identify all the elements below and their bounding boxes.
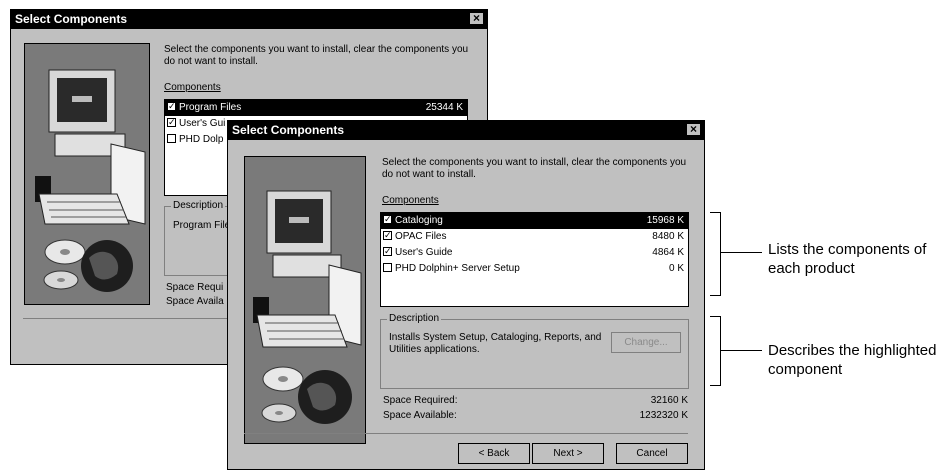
component-size: 25344 K: [425, 102, 463, 113]
back-description-text: Program File: [173, 220, 231, 231]
front-description-text: Installs System Setup, Cataloging, Repor…: [389, 332, 602, 355]
list-item[interactable]: ✓ OPAC Files 8480 K: [381, 229, 688, 245]
component-size: 4864 K: [652, 247, 684, 258]
component-label: Cataloging: [395, 215, 443, 226]
components-bracket: [710, 212, 721, 296]
checkbox[interactable]: ✓: [167, 117, 176, 127]
front-separator: [244, 433, 688, 434]
next-button[interactable]: Next >: [532, 443, 604, 464]
component-size: 8480 K: [652, 231, 684, 242]
close-icon[interactable]: ×: [469, 12, 484, 25]
front-space-required-value: 32160 K: [650, 395, 688, 406]
back-dialog-titlebar[interactable]: Select Components ×: [11, 10, 487, 29]
checkbox[interactable]: [167, 133, 176, 143]
checkbox[interactable]: ✓: [383, 230, 392, 240]
list-item[interactable]: ✓ User's Guide 4864 K: [381, 245, 688, 261]
front-instructions: Select the components you want to instal…: [382, 157, 687, 180]
computer-illustration: [24, 43, 150, 305]
front-dialog-title: Select Components: [232, 123, 345, 137]
component-size: 15968 K: [646, 215, 684, 226]
list-item[interactable]: ✓ Program Files 25344 K: [165, 100, 467, 116]
front-description-group: Description Installs System Setup, Catal…: [380, 313, 689, 389]
component-label: OPAC Files: [395, 231, 447, 242]
component-label: Program Files: [179, 102, 242, 113]
description-bracket: [710, 316, 721, 386]
cancel-button[interactable]: Cancel: [616, 443, 688, 464]
list-item[interactable]: PHD Dolphin+ Server Setup 0 K: [381, 261, 688, 277]
front-space-available-value: 1232320 K: [639, 410, 688, 421]
description-leader-line: [721, 350, 762, 351]
component-label: PHD Dolphin+ Server Setup: [395, 263, 520, 274]
back-components-label: Components: [164, 82, 221, 93]
checkbox[interactable]: [383, 262, 392, 272]
checkbox[interactable]: ✓: [383, 246, 392, 256]
back-button[interactable]: < Back: [458, 443, 530, 464]
component-label: PHD Dolp: [179, 134, 224, 145]
front-components-list[interactable]: ✓ Cataloging 15968 K ✓ OPAC Files 8480 K ✓ Us…: [380, 212, 689, 307]
checkbox[interactable]: ✓: [167, 101, 176, 111]
front-description-label: Description: [387, 313, 442, 324]
components-leader-line: [721, 252, 762, 253]
back-space-required-label: Space Requi: [166, 282, 224, 293]
front-components-label: Components: [382, 195, 439, 206]
back-instructions: Select the components you want to instal…: [164, 44, 469, 67]
components-annotation: Lists the components of each product: [768, 241, 927, 277]
computer-illustration-svg: [245, 157, 365, 443]
description-annotation: Describes the highlighted component: [768, 342, 937, 378]
list-item[interactable]: ✓ Cataloging 15968 K: [381, 213, 688, 229]
front-dialog: Select Components × Select the component…: [227, 120, 705, 470]
checkbox[interactable]: ✓: [383, 214, 392, 224]
component-label: User's Gui: [179, 118, 226, 129]
close-icon[interactable]: ×: [686, 123, 701, 136]
computer-illustration-svg: [25, 44, 149, 304]
component-size: 0 K: [668, 263, 684, 274]
back-dialog-title: Select Components: [15, 12, 128, 26]
back-space-available-label: Space Availa: [166, 296, 224, 307]
computer-illustration: [244, 156, 366, 444]
front-dialog-titlebar[interactable]: Select Components ×: [228, 121, 704, 140]
component-label: User's Guide: [395, 247, 453, 258]
front-space-required-label: Space Required:: [383, 395, 458, 406]
change-button[interactable]: Change...: [611, 332, 681, 353]
back-description-label: Description: [171, 200, 226, 211]
front-space-available-label: Space Available:: [383, 410, 457, 421]
